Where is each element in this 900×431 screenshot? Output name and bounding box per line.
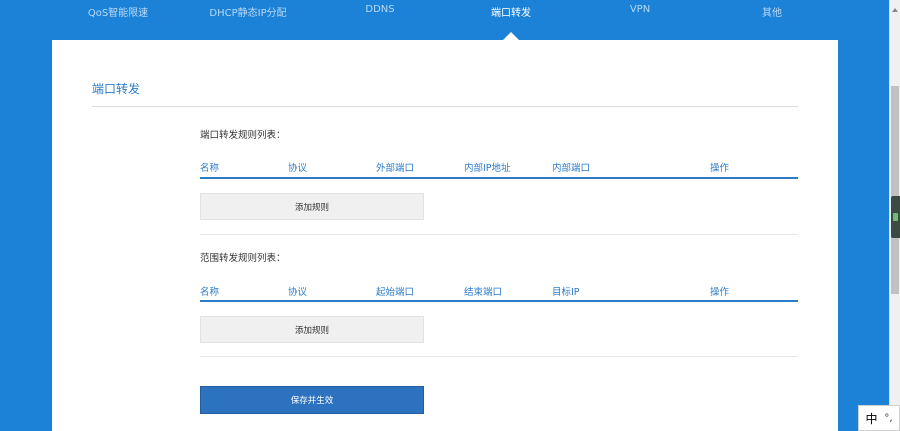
active-tab-caret-icon <box>503 32 519 40</box>
ime-punctuation-toggle[interactable]: °, <box>884 413 892 424</box>
range-forward-col-end-port: 结束端口 <box>464 287 503 298</box>
nav-item-port-forward[interactable]: 端口转发 <box>491 4 531 19</box>
top-nav: QoS智能限速 DHCP静态IP分配 DDNS 端口转发 VPN 其他 <box>0 0 889 40</box>
nav-item-ddns[interactable]: DDNS <box>365 4 394 15</box>
range-forward-divider <box>200 356 798 357</box>
port-forward-col-action: 操作 <box>710 163 730 174</box>
range-forward-col-action: 操作 <box>710 287 730 298</box>
range-forward-header-line <box>200 300 798 302</box>
range-forward-col-protocol: 协议 <box>288 287 308 298</box>
ime-toolbar: 中 °, <box>858 405 900 431</box>
port-forward-col-name: 名称 <box>200 163 220 174</box>
nav-item-qos[interactable]: QoS智能限速 <box>88 4 148 19</box>
range-forward-add-rule-button[interactable]: 添加规则 <box>200 316 424 343</box>
widget-indicator-icon <box>893 213 898 221</box>
range-forward-col-start-port: 起始端口 <box>376 287 415 298</box>
content-card: 端口转发 端口转发规则列表： 名称 协议 外部端口 内部IP地址 内部端口 操作… <box>52 40 838 431</box>
port-forward-col-external-port: 外部端口 <box>376 163 415 174</box>
nav-item-vpn[interactable]: VPN <box>630 4 650 15</box>
port-forward-add-rule-button[interactable]: 添加规则 <box>200 193 424 220</box>
port-forward-divider <box>200 234 798 235</box>
ime-chinese-mode-toggle[interactable]: 中 <box>865 410 877 427</box>
nav-item-dhcp[interactable]: DHCP静态IP分配 <box>209 4 286 19</box>
title-divider <box>92 106 798 107</box>
port-forward-col-internal-port: 内部端口 <box>552 163 591 174</box>
save-apply-button[interactable]: 保存并生效 <box>200 386 424 414</box>
port-forward-col-internal-ip: 内部IP地址 <box>464 163 511 174</box>
port-forward-col-protocol: 协议 <box>288 163 308 174</box>
range-forward-list-heading: 范围转发规则列表： <box>200 253 286 264</box>
nav-item-other[interactable]: 其他 <box>762 4 782 19</box>
side-float-widget[interactable] <box>891 196 900 238</box>
page-title: 端口转发 <box>92 82 141 96</box>
range-forward-col-target-ip: 目标IP <box>552 287 580 298</box>
port-forward-header-line <box>200 177 798 179</box>
range-forward-col-name: 名称 <box>200 287 220 298</box>
scroll-thumb[interactable] <box>891 86 899 294</box>
scroll-up-arrow-icon[interactable] <box>892 8 898 12</box>
port-forward-list-heading: 端口转发规则列表： <box>200 130 286 141</box>
